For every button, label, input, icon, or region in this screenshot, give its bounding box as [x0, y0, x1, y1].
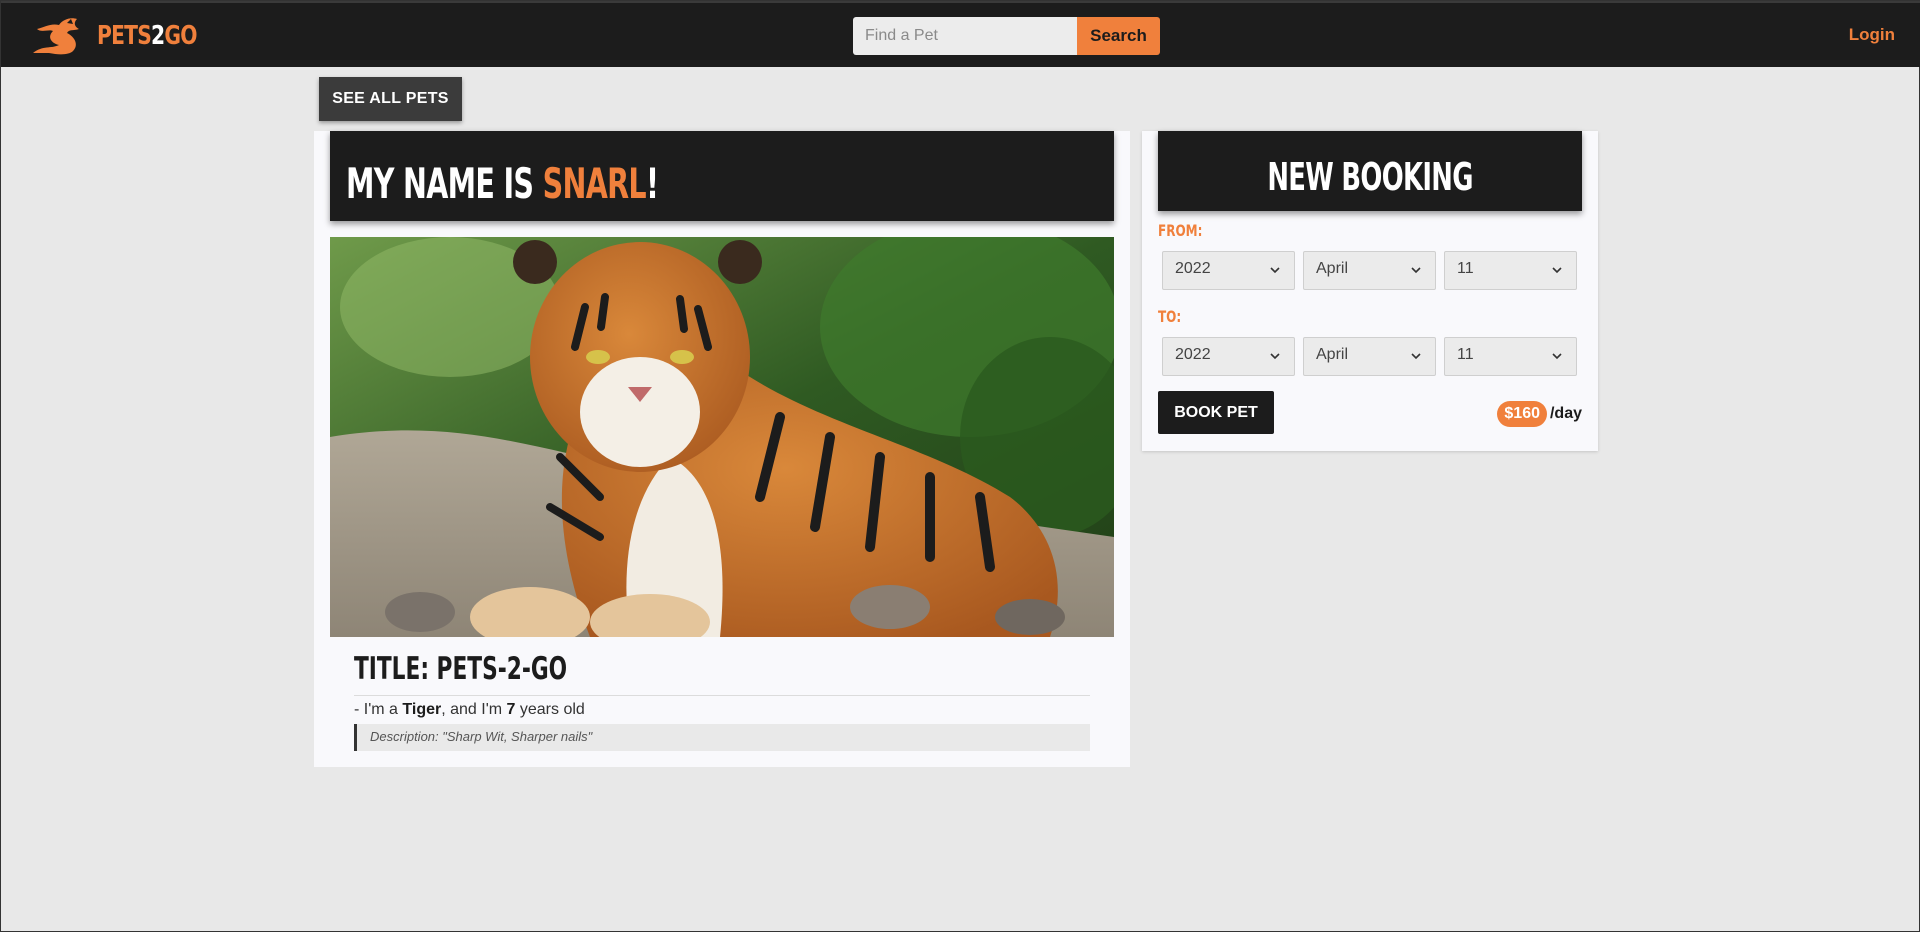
pet-facts: - I'm a Tiger, and I'm 7 years old: [354, 701, 585, 718]
search-input[interactable]: [853, 17, 1077, 55]
chevron-down-icon: [1270, 267, 1280, 274]
pet-title: TITLE: PETS-2-GO: [354, 651, 1090, 696]
search-button[interactable]: Search: [1077, 17, 1160, 55]
from-year-select[interactable]: 2022: [1162, 251, 1295, 290]
booking-card: NEW BOOKING FROM: 2022 April 11 TO: 2022…: [1142, 131, 1598, 451]
search-bar: Search: [853, 17, 1160, 55]
brand[interactable]: PETS2GO: [29, 15, 225, 57]
book-pet-button[interactable]: BOOK PET: [1158, 391, 1274, 434]
pet-name-banner: MY NAME IS SNARL!: [330, 131, 1114, 221]
price: $160 /day: [1497, 401, 1582, 427]
chevron-down-icon: [1270, 353, 1280, 360]
to-year-select[interactable]: 2022: [1162, 337, 1295, 376]
pet-species: Tiger: [402, 701, 442, 718]
dragon-logo-icon: [33, 18, 79, 55]
price-badge: $160: [1497, 401, 1547, 427]
see-all-pets-button[interactable]: SEE ALL PETS: [319, 77, 462, 121]
from-month-select[interactable]: April: [1303, 251, 1436, 290]
booking-banner: NEW BOOKING: [1158, 131, 1582, 211]
pet-name: SNARL: [542, 159, 647, 208]
chevron-down-icon: [1411, 267, 1421, 274]
from-day-select[interactable]: 11: [1444, 251, 1577, 290]
pet-name-heading: MY NAME IS SNARL!: [346, 159, 659, 208]
pet-detail-card: MY NAME IS SNARL! TITLE: PETS-2-GO - I'm…: [314, 131, 1130, 767]
price-unit: /day: [1549, 405, 1582, 422]
login-link[interactable]: Login: [1849, 25, 1895, 45]
pet-description: Description: "Sharp Wit, Sharper nails": [354, 724, 1090, 751]
chevron-down-icon: [1411, 353, 1421, 360]
top-navbar: PETS2GO Search Login: [1, 1, 1920, 67]
from-label: FROM:: [1158, 221, 1203, 240]
to-day-select[interactable]: 11: [1444, 337, 1577, 376]
tiger-photo: [330, 237, 1114, 637]
booking-title: NEW BOOKING: [1267, 155, 1473, 199]
brand-name: PETS2GO: [97, 21, 197, 51]
to-label: TO:: [1158, 307, 1182, 326]
chevron-down-icon: [1552, 267, 1562, 274]
to-month-select[interactable]: April: [1303, 337, 1436, 376]
chevron-down-icon: [1552, 353, 1562, 360]
